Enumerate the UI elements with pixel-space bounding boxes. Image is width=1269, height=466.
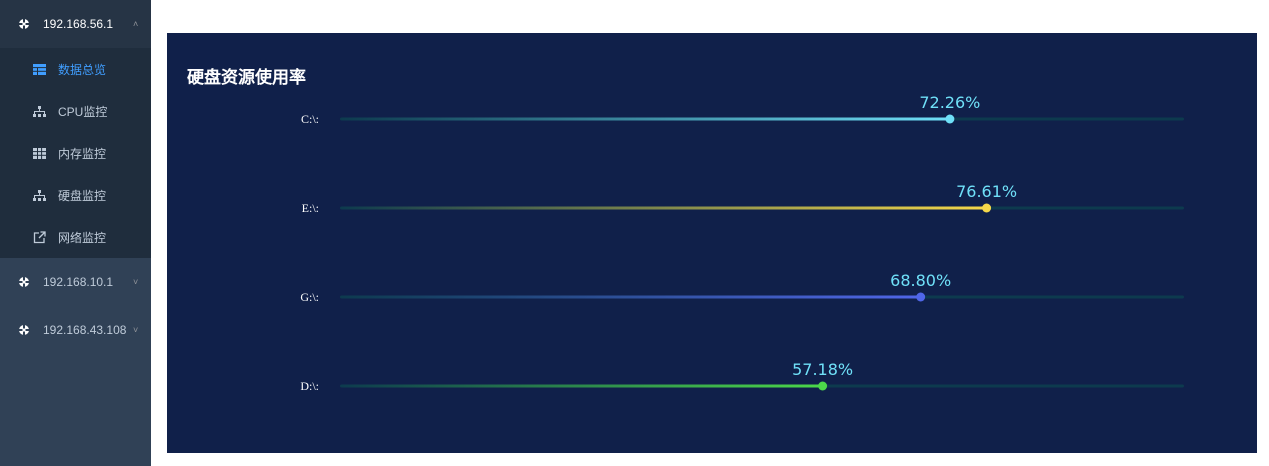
bar-end-dot — [916, 292, 926, 302]
menu-item-label: 内存监控 — [58, 146, 107, 161]
value-label: 72.26% — [919, 93, 980, 112]
sitemap-icon — [33, 189, 46, 202]
menu-item-label: 数据总览 — [58, 62, 107, 77]
menu-item-overview[interactable]: 数据总览 — [0, 48, 151, 90]
bar-end-dot — [982, 203, 992, 213]
node-header-192-168-10-1[interactable]: 192.168.10.1 ˅ — [0, 258, 151, 306]
menu-item-label: CPU监控 — [58, 104, 108, 119]
submenu: 数据总览 CPU监控 内存监控 硬盘监控 网络监控 — [0, 48, 151, 258]
menu-item-label: 硬盘监控 — [58, 188, 107, 203]
node-header-192-168-43-108[interactable]: 192.168.43.108 ˅ — [0, 306, 151, 354]
node-ip: 192.168.10.1 — [43, 275, 114, 289]
value-label: 68.80% — [890, 271, 951, 290]
external-link-icon — [33, 230, 46, 244]
bar-value — [340, 384, 823, 388]
bar-end-dot — [945, 114, 955, 124]
disk-usage-chart: C:\: 72.26% E:\: 76.61% G:\: 68.80% D:\: 57.18% — [300, 93, 1184, 393]
bar-value — [340, 117, 950, 121]
menu-item-cpu[interactable]: CPU监控 — [0, 90, 151, 132]
table-icon — [33, 147, 46, 160]
value-label: 57.18% — [792, 360, 853, 379]
menu-item-disk[interactable]: 硬盘监控 — [0, 174, 151, 216]
node-ip: 192.168.56.1 — [43, 17, 114, 31]
crosshair-icon — [18, 18, 30, 30]
bar-value — [340, 295, 921, 299]
category-label: D:\: — [300, 379, 319, 393]
chevron-down-icon: ˅ — [133, 325, 139, 335]
category-label: C:\: — [301, 112, 319, 126]
crosshair-icon — [18, 276, 30, 288]
value-label: 76.61% — [956, 182, 1017, 201]
bar-value — [340, 206, 987, 210]
category-label: E:\: — [302, 201, 319, 215]
sidebar: 192.168.56.1 ˄ 数据总览 CPU监控 内存监控 硬盘监控 网络监控… — [0, 0, 151, 466]
bar-end-dot — [818, 381, 828, 391]
table-grid-icon — [33, 63, 46, 76]
category-label: G:\: — [300, 290, 319, 304]
node-ip: 192.168.43.108 — [43, 323, 127, 337]
chevron-down-icon: ˅ — [133, 277, 139, 287]
menu-item-label: 网络监控 — [58, 230, 107, 245]
menu-item-memory[interactable]: 内存监控 — [0, 132, 151, 174]
disk-usage-panel: 硬盘资源使用率 C:\: 72.26% E:\: 76.61% G:\: 68.80% D:… — [167, 33, 1257, 453]
chevron-up-icon: ˄ — [133, 19, 139, 29]
node-header-192-168-56-1[interactable]: 192.168.56.1 ˄ — [0, 0, 151, 48]
sitemap-icon — [33, 105, 46, 118]
menu-item-network[interactable]: 网络监控 — [0, 216, 151, 258]
crosshair-icon — [18, 324, 30, 336]
